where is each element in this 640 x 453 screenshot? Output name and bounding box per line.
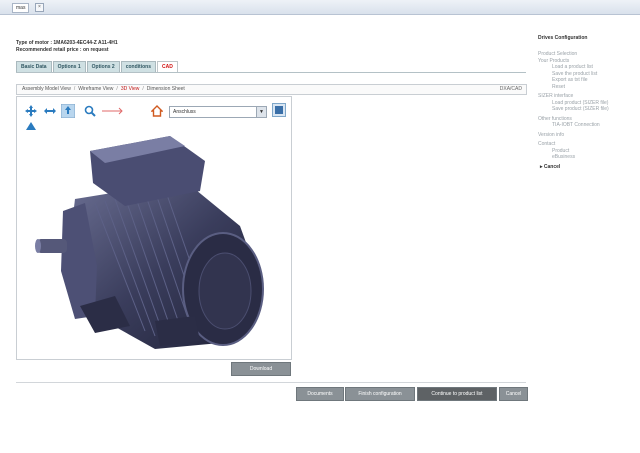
price-label: Recommended retail price : on request — [16, 47, 109, 53]
cad-viewer[interactable]: Anschluss ▼ — [16, 96, 292, 360]
divider — [16, 382, 526, 383]
motor-3d-model[interactable] — [35, 131, 275, 353]
measure-icon[interactable] — [101, 106, 123, 117]
tab-basic-data[interactable]: Basic Data — [16, 61, 52, 72]
view-link-assembly[interactable]: Assembly Model View — [22, 86, 71, 92]
move-arrows-icon[interactable] — [25, 105, 37, 117]
home-icon[interactable] — [151, 105, 163, 117]
view-link-dimension-sheet[interactable]: Dimension Sheet — [147, 86, 185, 92]
view-link-wireframe[interactable]: Wireframe View — [78, 86, 113, 92]
zoom-icon[interactable] — [84, 105, 96, 117]
tab-options-2[interactable]: Options 2 — [86, 61, 120, 72]
rotate-icon[interactable] — [44, 106, 56, 117]
motor-type-label: Type of motor : 1MA6203-4EC44-Z A11-4H1 — [16, 40, 118, 46]
axis-icon[interactable] — [26, 122, 36, 130]
documents-button[interactable]: Documents — [296, 387, 344, 401]
sidebar-item-ebusiness[interactable]: eBusiness — [538, 154, 638, 161]
sidebar-cancel-link[interactable]: ▸ Cancel — [538, 164, 638, 171]
finish-configuration-button[interactable]: Finish configuration — [345, 387, 415, 401]
sidebar-title: Drives Configuration — [538, 35, 588, 41]
download-button[interactable]: Download — [231, 362, 291, 376]
cad-format-link[interactable]: DXA/CAD — [500, 86, 522, 93]
component-select-value: Anschluss — [173, 109, 196, 115]
sidebar: Drives Configuration Product Selection Y… — [538, 35, 638, 170]
tab-conditions[interactable]: conditions — [120, 61, 156, 72]
tab-options-1[interactable]: Options 1 — [52, 61, 86, 72]
continue-to-product-list-button[interactable]: Continue to product list — [417, 387, 497, 401]
window-tabbar: mas × — [0, 0, 640, 15]
component-select[interactable]: Anschluss ▼ — [169, 106, 267, 118]
chevron-down-icon[interactable]: ▼ — [256, 107, 266, 117]
view-link-3d[interactable]: 3D View — [121, 86, 140, 92]
settings-icon[interactable] — [272, 103, 286, 117]
view-switcher: Assembly Model View / Wireframe View/3D Vi… — [16, 84, 527, 95]
close-icon[interactable]: × — [35, 3, 44, 12]
cancel-button[interactable]: Cancel — [499, 387, 528, 401]
fit-view-icon[interactable] — [61, 104, 75, 118]
window-tab[interactable]: mas — [12, 3, 30, 13]
tab-cad[interactable]: CAD — [156, 61, 178, 72]
tab-divider — [16, 72, 526, 73]
